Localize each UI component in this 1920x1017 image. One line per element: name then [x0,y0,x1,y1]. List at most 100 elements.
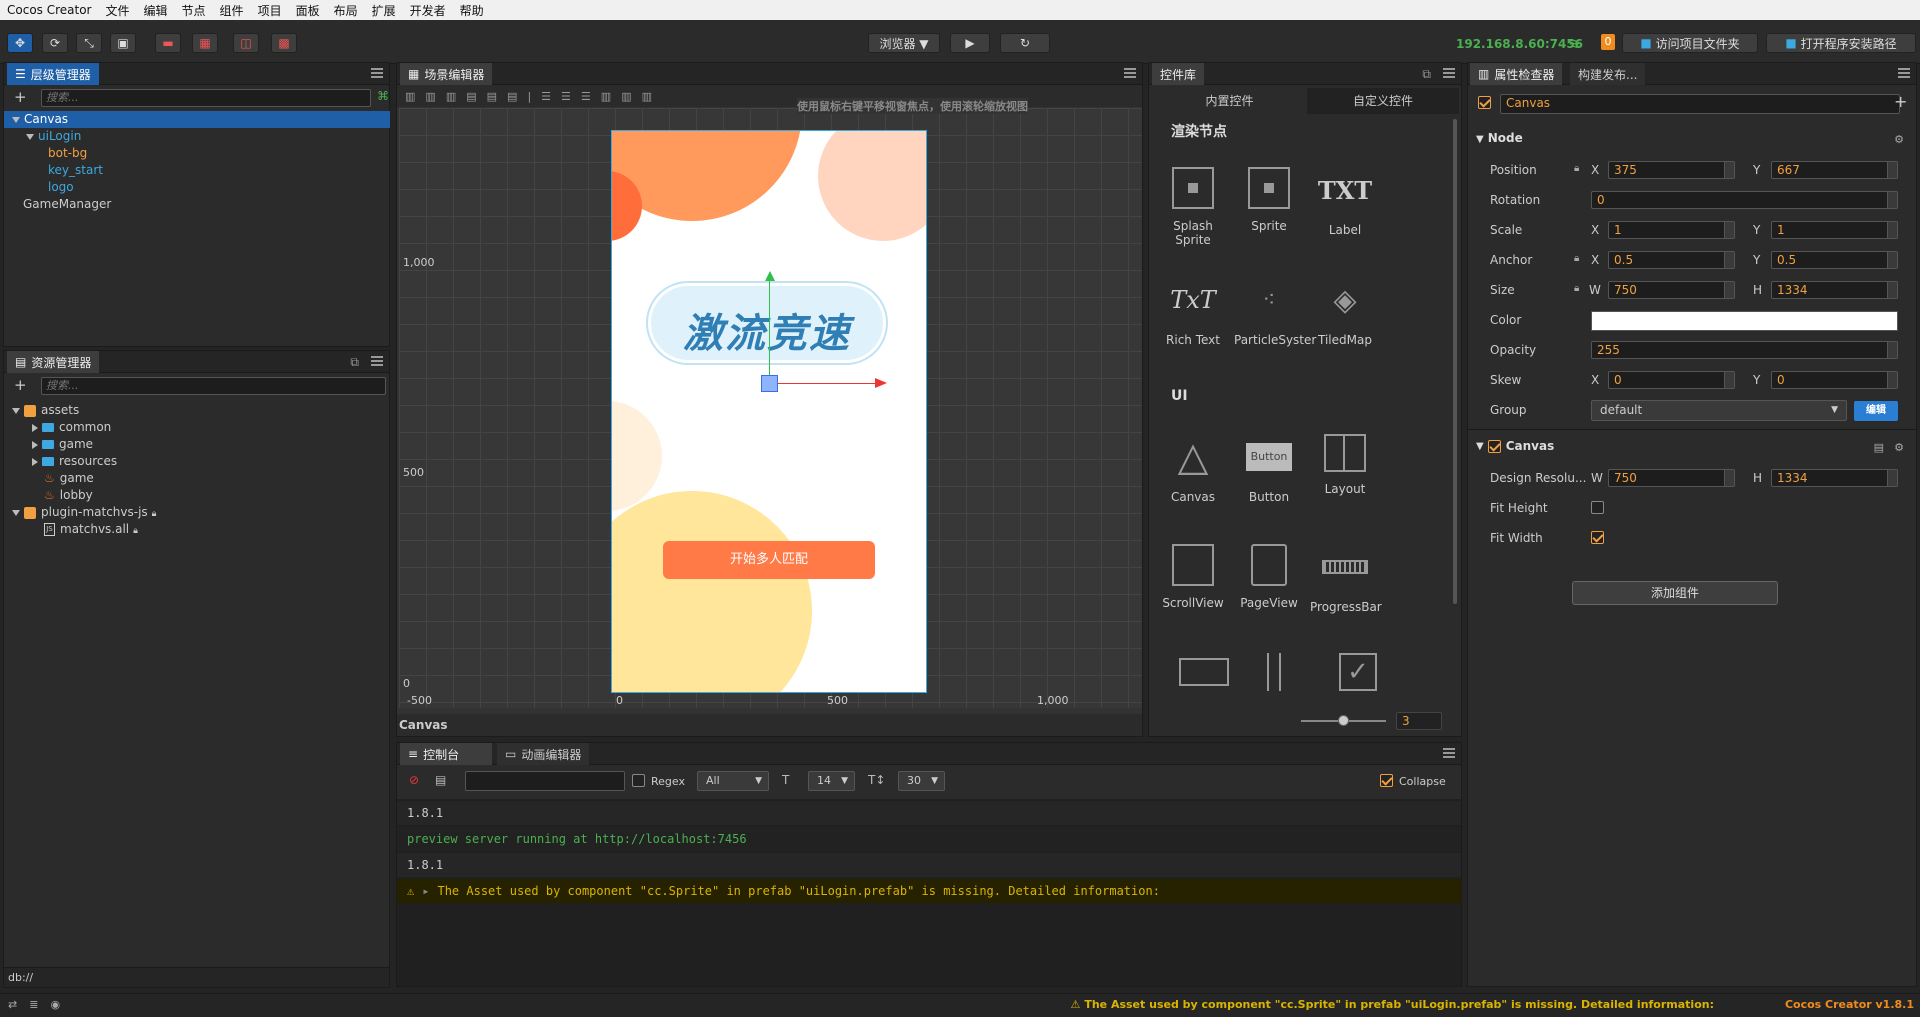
tab-build[interactable]: 构建发布... [1570,63,1646,85]
local-global-button[interactable]: ▬ [155,33,181,53]
menu-file[interactable]: 文件 [99,2,137,19]
hierarchy-search-input[interactable]: 搜索... [41,89,371,107]
status-warning[interactable]: ⚠ The Asset used by component "cc.Sprite"… [1070,998,1714,1011]
db-icon[interactable]: ≣ [29,998,38,1011]
tab-animation[interactable]: ▭ 动画编辑器 [497,743,590,765]
node-name-input[interactable]: Canvas [1500,94,1900,114]
menu-node[interactable]: 节点 [175,2,213,19]
expand-icon[interactable] [26,133,34,140]
slider-icon[interactable] [1267,653,1281,691]
anchor-y-input[interactable]: 0.5 [1771,251,1898,269]
canvas-enabled-checkbox[interactable] [1487,439,1501,453]
color-swatch[interactable] [1591,311,1898,331]
line-height-select[interactable]: 30 ▼ [898,771,945,791]
add-component-button[interactable]: 添加组件 [1572,581,1778,605]
widget-tiledmap[interactable]: ◈ TiledMap [1310,277,1380,348]
asset-plugin-matchvs[interactable]: plugin-matchvs-js 🔒︎ [12,504,156,521]
console-filter-input[interactable] [465,771,625,791]
panel-menu-icon[interactable] [371,356,383,366]
open-project-folder-button[interactable]: ■ 访问项目文件夹 [1622,33,1758,53]
sync-icon[interactable]: ⇄ [8,998,17,1011]
distribute-right-icon[interactable]: ▥ [642,90,652,103]
collapse-checkbox[interactable] [1380,774,1393,787]
regex-checkbox[interactable] [632,774,645,787]
grid-toggle-button[interactable]: ▩ [271,33,297,53]
tree-node-key-start[interactable]: key_start [48,162,103,179]
gizmo-x-axis[interactable] [769,383,877,384]
panel-menu-icon[interactable] [1124,68,1136,78]
assets-search-input[interactable]: 搜索... [41,377,386,395]
toggle-icon[interactable]: ✓ [1339,653,1377,691]
node-active-checkbox[interactable] [1478,96,1491,109]
tree-node-bot-bg[interactable]: bot-bg [48,145,87,162]
popout-icon[interactable]: ⧉ [1422,67,1431,82]
rotation-input[interactable]: 0 [1591,191,1898,209]
tab-inspector[interactable]: ▥ 属性检查器 [1470,63,1563,85]
expand-icon[interactable] [32,457,38,466]
rect-tool-button[interactable]: ▣ [110,33,136,53]
expand-icon[interactable] [32,440,38,449]
refresh-button[interactable]: ↻ [1000,33,1050,53]
distribute-left-icon[interactable]: ▥ [601,90,611,103]
lock-icon[interactable]: 🔒︎ [1574,163,1579,174]
component-help-icon[interactable]: ▤ [1874,441,1884,454]
widget-canvas[interactable]: △ Canvas [1158,434,1228,504]
expand-icon[interactable] [12,116,20,123]
fit-height-checkbox[interactable] [1591,501,1604,514]
design-height-input[interactable]: 1334 [1771,469,1898,487]
canvas-component-header[interactable]: ▼ Canvas [1476,439,1554,453]
panel-menu-icon[interactable] [1443,68,1455,78]
size-w-input[interactable]: 750 [1608,281,1735,299]
menu-developer[interactable]: 开发者 [403,2,453,19]
expand-icon[interactable] [32,423,38,432]
distribute-vcenter-icon[interactable]: ☰ [561,90,571,103]
anchor-x-input[interactable]: 0.5 [1608,251,1735,269]
distribute-hcenter-icon[interactable]: ▥ [621,90,631,103]
asset-lobby-scene[interactable]: ♨ lobby [44,487,93,504]
add-node-plus[interactable]: + [1894,92,1907,111]
widget-button[interactable]: Button Button [1234,434,1304,504]
fit-width-checkbox[interactable] [1591,531,1604,544]
distribute-bottom-icon[interactable]: ☰ [581,90,591,103]
align-bottom-icon[interactable]: ▤ [507,90,517,103]
gizmo-y-axis[interactable] [769,279,770,384]
browser-select[interactable]: 浏览器 ▼ [868,33,940,53]
menu-edit[interactable]: 编辑 [137,2,175,19]
design-width-input[interactable]: 750 [1608,469,1735,487]
tree-node-logo[interactable]: logo [48,179,74,196]
size-h-input[interactable]: 1334 [1771,281,1898,299]
menu-panel[interactable]: 面板 [289,2,327,19]
tab-hierarchy[interactable]: ☰ 层级管理器 [7,63,99,85]
asset-game-folder[interactable]: game [32,436,93,453]
log-entry-warning[interactable]: ⚠ ▸ The Asset used by component "cc.Sprite… [397,879,1461,903]
distribute-top-icon[interactable]: ☰ [541,90,551,103]
tree-node-canvas[interactable]: Canvas [4,111,390,128]
open-install-folder-button[interactable]: ■ 打开程序安装路径 [1766,33,1916,53]
scale-tool-button[interactable]: ⤡ [76,33,102,53]
gizmo-x-arrow[interactable] [875,378,887,388]
open-log-file-icon[interactable]: ▤ [435,773,446,787]
menu-layout[interactable]: 布局 [327,2,365,19]
clear-console-icon[interactable]: ⊘ [409,773,419,787]
zoom-slider-handle[interactable] [1338,715,1349,726]
align-top-icon[interactable]: ▤ [466,90,476,103]
position-y-input[interactable]: 667 [1771,161,1898,179]
widget-pageview[interactable]: PageView [1234,544,1304,610]
widget-label[interactable]: TXT Label [1310,167,1380,238]
lock-icon[interactable]: 🔒︎ [1574,283,1579,294]
design-canvas[interactable]: 激流竞速 开始多人匹配 [611,130,927,693]
skew-x-input[interactable]: 0 [1608,371,1735,389]
font-size-select[interactable]: 14 ▼ [808,771,855,791]
tab-assets[interactable]: ▤ 资源管理器 [7,351,100,373]
panel-menu-icon[interactable] [1443,748,1455,758]
asset-assets[interactable]: assets [12,402,79,419]
align-left-icon[interactable]: ▥ [405,90,415,103]
locate-icon[interactable]: ⌘ [377,89,389,103]
gizmo-toggle-button[interactable]: ◫ [233,33,259,53]
group-select[interactable]: default ▼ [1591,400,1847,421]
scale-x-input[interactable]: 1 [1608,221,1735,239]
console-log-area[interactable]: 1.8.1 preview server running at http://l… [397,799,1461,986]
start-match-button[interactable]: 开始多人匹配 [663,541,875,579]
opacity-input[interactable]: 255 [1591,341,1898,359]
align-hcenter-icon[interactable]: ▥ [425,90,435,103]
